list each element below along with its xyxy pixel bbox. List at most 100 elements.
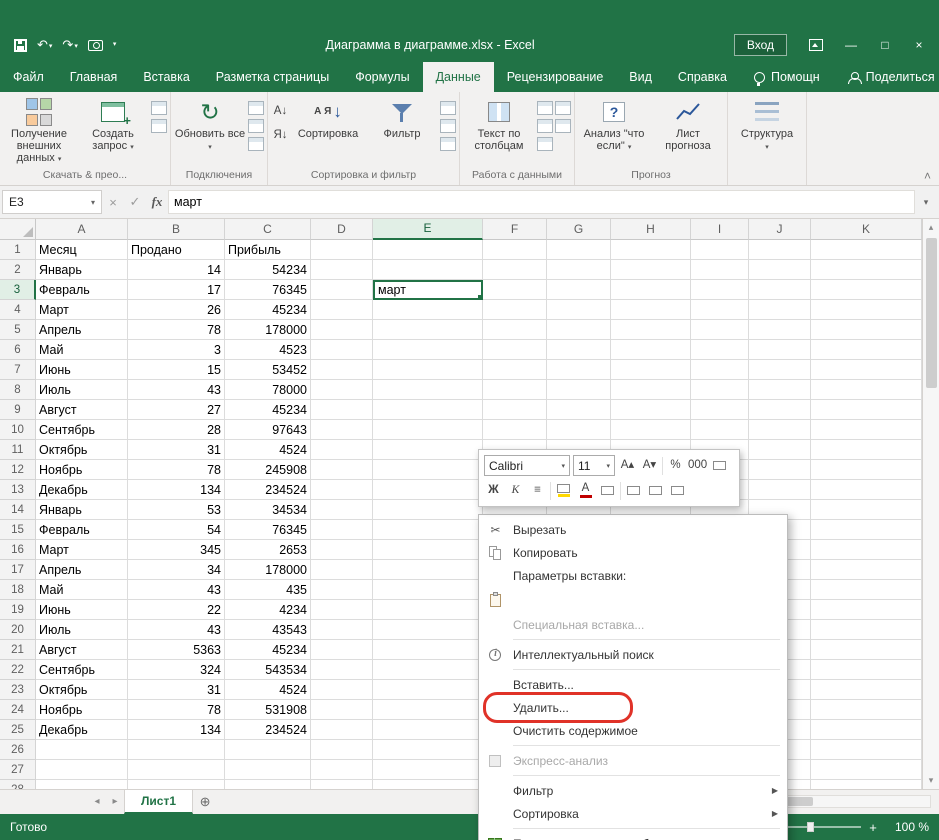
cell-E17[interactable]	[373, 560, 483, 580]
cell-A19[interactable]: Июнь	[36, 600, 128, 620]
cell-D1[interactable]	[311, 240, 373, 260]
cell-K20[interactable]	[811, 620, 922, 640]
cell-D20[interactable]	[311, 620, 373, 640]
cell-K8[interactable]	[811, 380, 922, 400]
cell-F9[interactable]	[483, 400, 547, 420]
cell-K3[interactable]	[811, 280, 922, 300]
row-header-1[interactable]: 1	[0, 240, 36, 260]
row-header-24[interactable]: 24	[0, 700, 36, 720]
cell-D25[interactable]	[311, 720, 373, 740]
font-size-select[interactable]: 11▾	[573, 455, 615, 476]
cell-K13[interactable]	[811, 480, 922, 500]
cell-J7[interactable]	[749, 360, 811, 380]
new-sheet-icon[interactable]: ⊕	[193, 790, 217, 814]
cell-C22[interactable]: 543534	[225, 660, 311, 680]
cell-E25[interactable]	[373, 720, 483, 740]
row-header-10[interactable]: 10	[0, 420, 36, 440]
cell-E14[interactable]	[373, 500, 483, 520]
cell-C6[interactable]: 4523	[225, 340, 311, 360]
cell-F4[interactable]	[483, 300, 547, 320]
camera-icon[interactable]	[88, 40, 103, 51]
cell-A11[interactable]: Октябрь	[36, 440, 128, 460]
italic-icon[interactable]: К	[506, 481, 525, 501]
cell-D23[interactable]	[311, 680, 373, 700]
cell-F10[interactable]	[483, 420, 547, 440]
tab-2-Вставка[interactable]: Вставка	[130, 62, 202, 92]
cell-B10[interactable]: 28	[128, 420, 225, 440]
cell-A24[interactable]: Ноябрь	[36, 700, 128, 720]
cell-E4[interactable]	[373, 300, 483, 320]
cell-D15[interactable]	[311, 520, 373, 540]
tab-5-Данные[interactable]: Данные	[423, 62, 494, 92]
cell-K9[interactable]	[811, 400, 922, 420]
menu-item-filter[interactable]: Фильтр▶	[480, 779, 786, 802]
comma-style-icon[interactable]: 000	[688, 456, 707, 476]
menu-item-insert-cells[interactable]: Вставить...	[480, 673, 786, 696]
cell-E15[interactable]	[373, 520, 483, 540]
cell-H6[interactable]	[611, 340, 691, 360]
cell-H7[interactable]	[611, 360, 691, 380]
cell-K27[interactable]	[811, 760, 922, 780]
cell-B22[interactable]: 324	[128, 660, 225, 680]
cell-K4[interactable]	[811, 300, 922, 320]
cell-B5[interactable]: 78	[128, 320, 225, 340]
cell-J11[interactable]	[749, 440, 811, 460]
cell-H3[interactable]	[611, 280, 691, 300]
row-header-20[interactable]: 20	[0, 620, 36, 640]
cell-A20[interactable]: Июль	[36, 620, 128, 640]
insert-function-icon[interactable]: fx	[146, 194, 168, 210]
cell-A28[interactable]	[36, 780, 128, 789]
format-table-icon[interactable]	[710, 456, 729, 476]
cell-D26[interactable]	[311, 740, 373, 760]
cell-J1[interactable]	[749, 240, 811, 260]
center-align-icon[interactable]: ≡	[528, 481, 547, 501]
font-name-select[interactable]: Calibri▾	[484, 455, 570, 476]
cell-K11[interactable]	[811, 440, 922, 460]
cell-K23[interactable]	[811, 680, 922, 700]
cell-B12[interactable]: 78	[128, 460, 225, 480]
cell-C8[interactable]: 78000	[225, 380, 311, 400]
cell-J13[interactable]	[749, 480, 811, 500]
cell-B17[interactable]: 34	[128, 560, 225, 580]
tell-me-button[interactable]: Помощн	[740, 62, 834, 92]
cell-J6[interactable]	[749, 340, 811, 360]
cell-E13[interactable]	[373, 480, 483, 500]
row-header-9[interactable]: 9	[0, 400, 36, 420]
cell-D18[interactable]	[311, 580, 373, 600]
cell-D27[interactable]	[311, 760, 373, 780]
cell-G4[interactable]	[547, 300, 611, 320]
row-header-27[interactable]: 27	[0, 760, 36, 780]
cell-C2[interactable]: 54234	[225, 260, 311, 280]
cell-J2[interactable]	[749, 260, 811, 280]
cell-D6[interactable]	[311, 340, 373, 360]
cell-A3[interactable]: Февраль	[36, 280, 128, 300]
vertical-scrollbar[interactable]: ▴ ▾	[922, 219, 939, 789]
row-header-19[interactable]: 19	[0, 600, 36, 620]
cell-D24[interactable]	[311, 700, 373, 720]
row-header-16[interactable]: 16	[0, 540, 36, 560]
cell-I7[interactable]	[691, 360, 749, 380]
cell-F6[interactable]	[483, 340, 547, 360]
data-validation-icon[interactable]	[537, 137, 553, 151]
sheet-tab-active[interactable]: Лист1	[124, 790, 193, 814]
cell-E22[interactable]	[373, 660, 483, 680]
cell-B19[interactable]: 22	[128, 600, 225, 620]
tab-6-Рецензирование[interactable]: Рецензирование	[494, 62, 617, 92]
column-header-F[interactable]: F	[483, 219, 547, 240]
show-queries-icon[interactable]	[151, 101, 167, 115]
cell-F2[interactable]	[483, 260, 547, 280]
cell-C14[interactable]: 34534	[225, 500, 311, 520]
cell-K14[interactable]	[811, 500, 922, 520]
cell-E3[interactable]: март	[373, 280, 483, 300]
cell-F8[interactable]	[483, 380, 547, 400]
cell-E9[interactable]	[373, 400, 483, 420]
share-button[interactable]: Поделиться	[834, 62, 939, 92]
row-header-25[interactable]: 25	[0, 720, 36, 740]
cell-K19[interactable]	[811, 600, 922, 620]
tab-1-Главная[interactable]: Главная	[57, 62, 131, 92]
cell-E16[interactable]	[373, 540, 483, 560]
cell-B13[interactable]: 134	[128, 480, 225, 500]
cell-G8[interactable]	[547, 380, 611, 400]
cell-E24[interactable]	[373, 700, 483, 720]
filter-button[interactable]: Фильтр	[366, 95, 438, 140]
